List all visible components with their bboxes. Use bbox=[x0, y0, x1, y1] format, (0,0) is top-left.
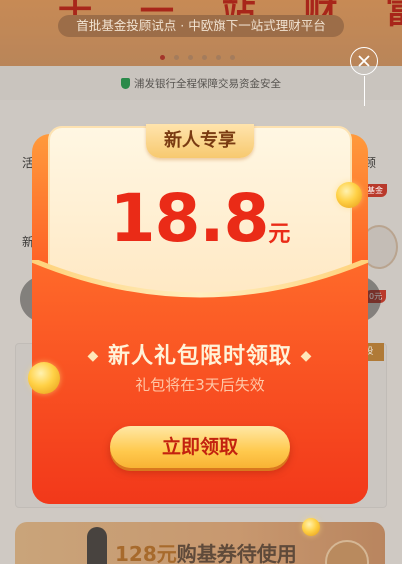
carousel-dot bbox=[160, 55, 165, 60]
coupon-text: 128元购基券待使用 bbox=[115, 538, 297, 564]
coin-icon bbox=[336, 182, 362, 208]
headline-text: 新人礼包限时领取 bbox=[107, 344, 292, 369]
chevron-right-icon[interactable] bbox=[325, 540, 369, 564]
person-illustration bbox=[87, 527, 107, 564]
red-envelope-modal: 新人专享 18.8元 ◆ 新人礼包限时领取 ◆ 礼包将在3天后失效 立即领取 bbox=[32, 112, 368, 504]
amount-value: 18.8 bbox=[109, 180, 270, 257]
close-button[interactable] bbox=[350, 47, 378, 75]
close-icon bbox=[358, 55, 370, 67]
safety-notice: 浦发银行全程保障交易资金安全 bbox=[0, 66, 402, 100]
expiry-text: 礼包将在3天后失效 bbox=[135, 376, 265, 394]
claim-button[interactable]: 立即领取 bbox=[110, 426, 290, 468]
coupon-banner[interactable]: 128元购基券待使用 bbox=[15, 522, 385, 564]
close-connector bbox=[364, 76, 365, 106]
carousel-dot bbox=[188, 55, 193, 60]
newcomer-tag: 新人专享 bbox=[146, 124, 254, 158]
carousel-dot bbox=[174, 55, 179, 60]
banner-subtitle: 首批基金投顾试点 · 中欧旗下一站式理财平台 bbox=[58, 15, 344, 37]
top-banner[interactable]: 十 一 站 财 富 首批基金投顾试点 · 中欧旗下一站式理财平台 bbox=[0, 0, 402, 66]
carousel-dot bbox=[230, 55, 235, 60]
coupon-label: 购基券待使用 bbox=[176, 542, 297, 564]
coin-icon bbox=[302, 518, 320, 536]
reward-amount: 18.8元 bbox=[32, 180, 368, 257]
shield-icon bbox=[121, 77, 130, 89]
carousel-dot bbox=[202, 55, 207, 60]
carousel-dot bbox=[216, 55, 221, 60]
coupon-amount: 128元 bbox=[115, 542, 177, 564]
coin-icon bbox=[28, 362, 60, 394]
amount-unit: 元 bbox=[268, 222, 291, 247]
carousel-dots bbox=[160, 55, 235, 60]
safety-text: 浦发银行全程保障交易资金安全 bbox=[134, 77, 281, 90]
gift-headline: ◆ 新人礼包限时领取 ◆ bbox=[87, 344, 313, 369]
